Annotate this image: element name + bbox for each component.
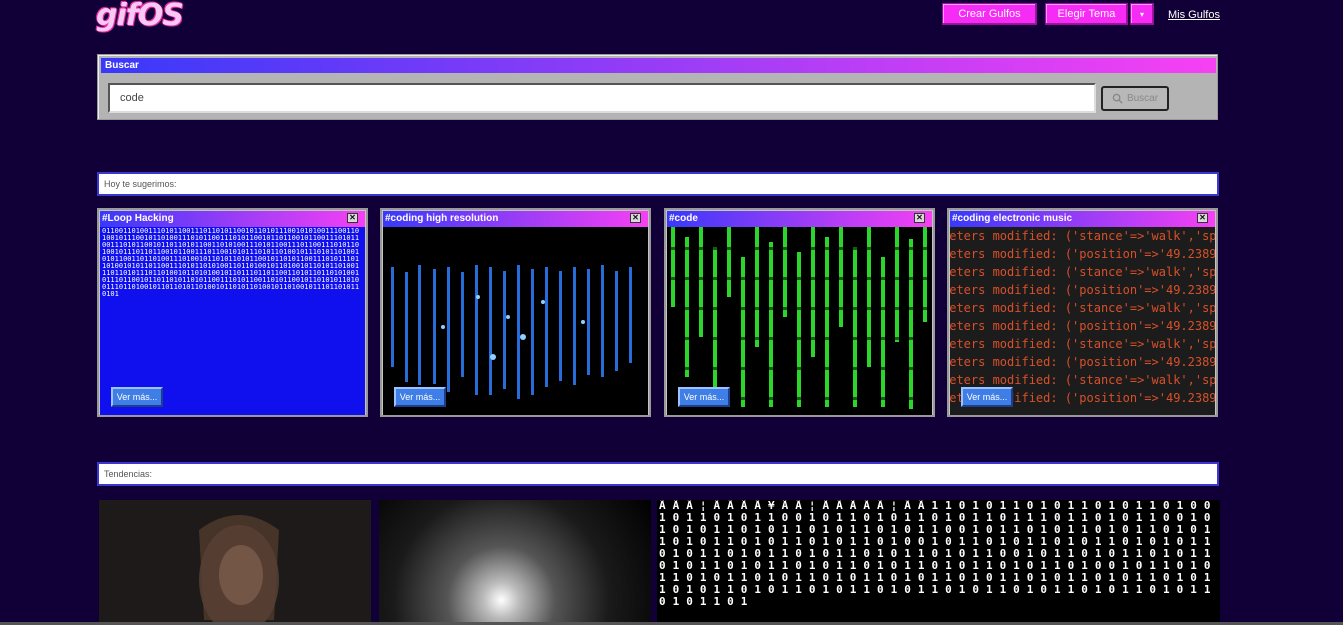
search-button[interactable]: Buscar: [1101, 86, 1169, 111]
suggestion-card: #code ✕ Ver más...: [664, 208, 935, 417]
search-icon: [1112, 93, 1123, 104]
close-icon[interactable]: ✕: [630, 213, 641, 223]
suggestion-card-title: #Loop Hacking: [100, 211, 365, 227]
theme-dropdown-icon[interactable]: ▾: [1130, 3, 1154, 25]
my-gifs-link[interactable]: Mis Gulfos: [1168, 9, 1220, 21]
suggestion-card-title: #coding high resolution: [383, 211, 648, 227]
suggestion-card: #coding high resolution ✕ Ver más...: [380, 208, 651, 417]
create-gif-button[interactable]: Crear Gulfos: [942, 3, 1037, 25]
close-icon[interactable]: ✕: [347, 213, 358, 223]
see-more-button[interactable]: Ver más...: [111, 387, 163, 407]
trend-gif[interactable]: ÃÃÃ¦ÃÃÃÃ¥ÃÃ¦ÃÃÃÃÃ¦ÃÃ11010110101101011010…: [657, 500, 1220, 625]
see-more-button[interactable]: Ver más...: [961, 387, 1013, 407]
search-input[interactable]: code: [108, 83, 1096, 113]
close-icon[interactable]: ✕: [914, 213, 925, 223]
logo[interactable]: gifOS: [96, 0, 184, 32]
close-icon[interactable]: ✕: [1197, 213, 1208, 223]
suggestion-card-title: #code: [667, 211, 932, 227]
see-more-button[interactable]: Ver más...: [678, 387, 730, 407]
trend-gif[interactable]: [99, 500, 371, 625]
suggestion-card: #Loop Hacking ✕ 011001101001110101100111…: [97, 208, 368, 417]
suggestion-card-title: #coding electronic music: [950, 211, 1215, 227]
trend-gif[interactable]: [379, 500, 651, 625]
search-button-label: Buscar: [1126, 93, 1159, 104]
choose-theme-button[interactable]: Elegir Tema: [1045, 3, 1128, 25]
see-more-button[interactable]: Ver más...: [394, 387, 446, 407]
suggestions-heading: Hoy te sugerimos:: [97, 172, 1219, 196]
suggestion-card: #coding electronic music ✕ neters modifi…: [947, 208, 1218, 417]
trends-heading: Tendencias:: [97, 462, 1219, 486]
search-panel: Buscar code Buscar: [97, 54, 1218, 120]
search-panel-title: Buscar: [101, 58, 1216, 73]
